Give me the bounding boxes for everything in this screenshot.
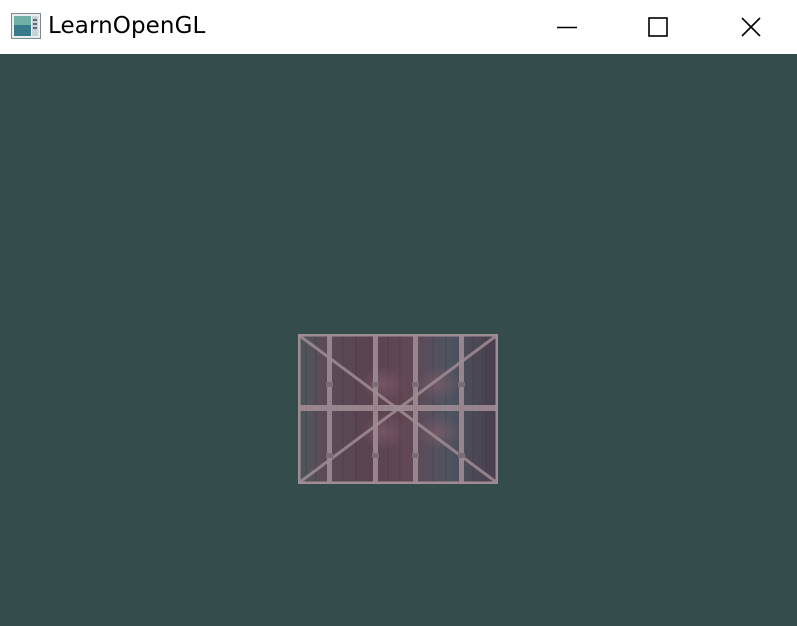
app-window: LearnOpenGL xyxy=(0,0,797,626)
close-icon xyxy=(741,17,761,37)
window-title: LearnOpenGL xyxy=(48,13,206,39)
textured-quad xyxy=(298,334,498,484)
app-icon[interactable] xyxy=(11,13,41,39)
maximize-icon xyxy=(648,17,668,37)
close-button[interactable] xyxy=(705,0,797,54)
gl-viewport[interactable] xyxy=(0,54,797,626)
title-bar[interactable]: LearnOpenGL xyxy=(0,0,797,54)
minimize-button[interactable] xyxy=(521,0,613,54)
maximize-button[interactable] xyxy=(612,0,704,54)
minimize-icon xyxy=(557,26,577,29)
